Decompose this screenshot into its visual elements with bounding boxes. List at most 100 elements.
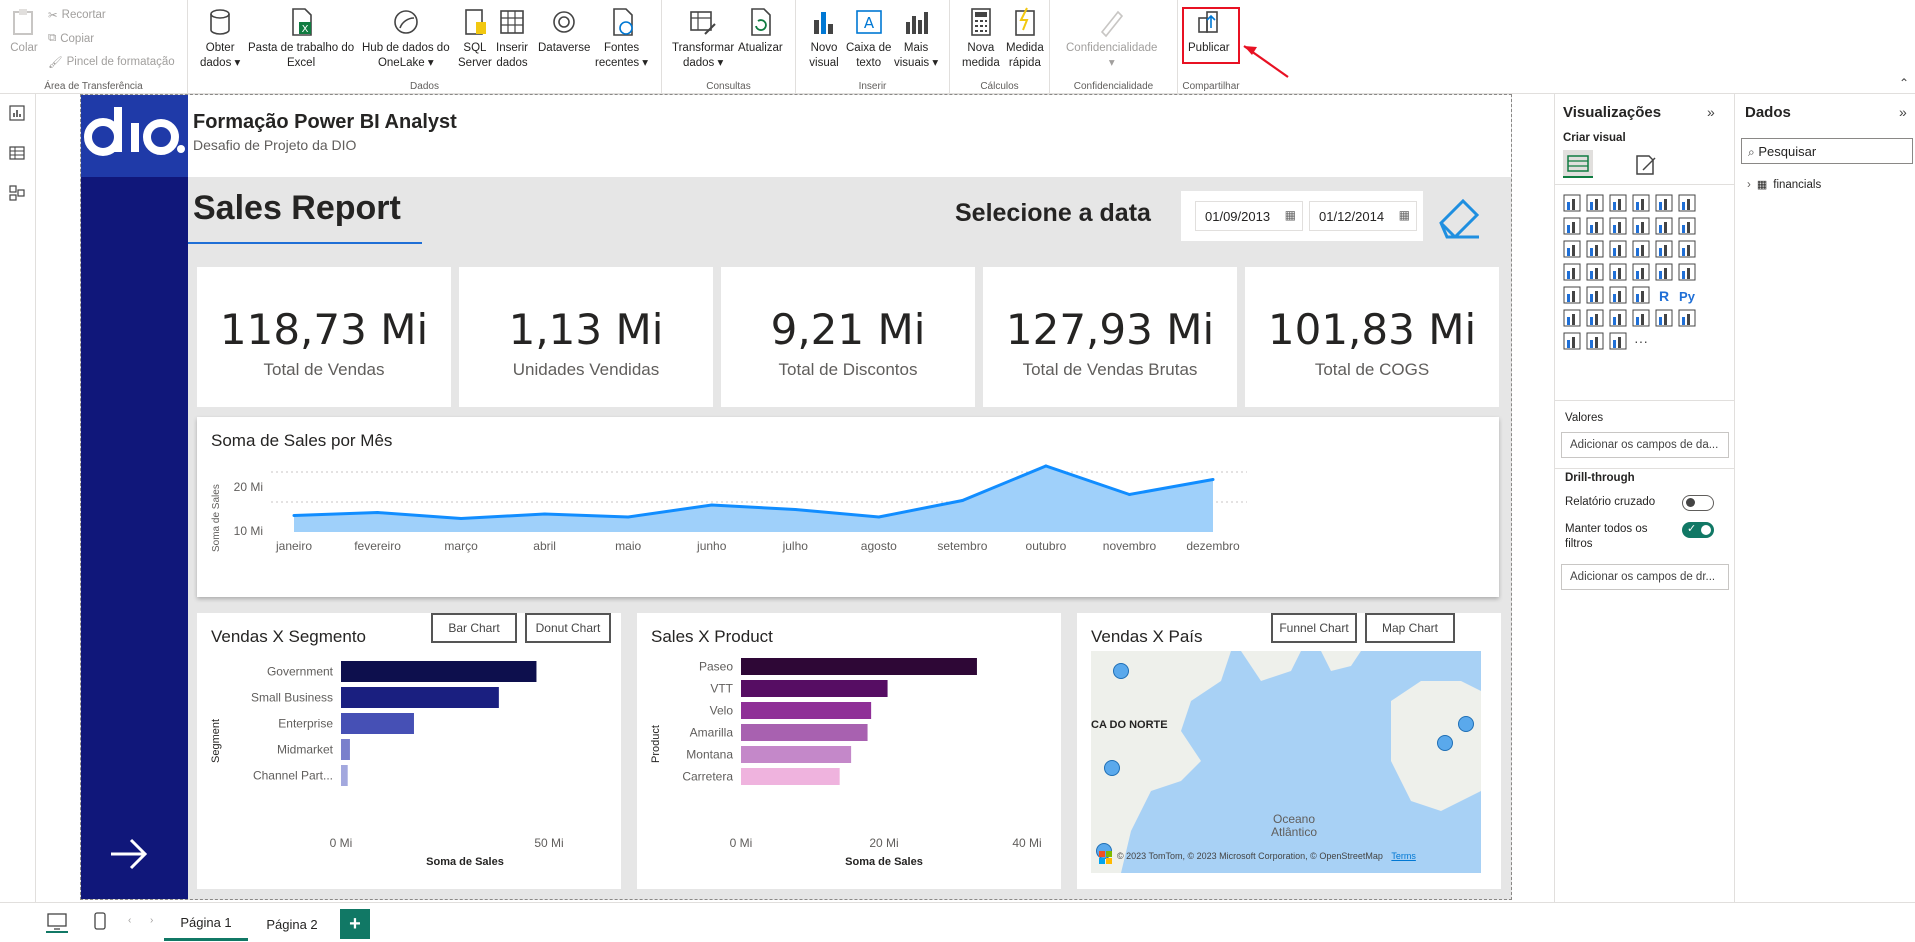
more-visual-icon[interactable]: ··· (1634, 333, 1648, 349)
text-box-button[interactable]: A Caixa de texto (846, 6, 891, 71)
ribbon-visual-icon[interactable] (1678, 217, 1696, 235)
bar[interactable] (741, 680, 888, 697)
data-point[interactable] (793, 508, 797, 511)
prev-page-icon[interactable]: ‹ (128, 915, 131, 926)
table-visual-icon[interactable] (1609, 286, 1627, 304)
bar[interactable] (741, 768, 840, 785)
r-visual-visual-icon[interactable]: R (1659, 288, 1669, 304)
dataverse-button[interactable]: Dataverse (538, 6, 590, 56)
100-bar-visual-icon[interactable] (1655, 194, 1673, 212)
desktop-layout-icon[interactable] (46, 911, 68, 933)
collapse-data-pane-icon[interactable]: » (1899, 104, 1907, 120)
line-clustered-visual-icon[interactable] (1655, 217, 1673, 235)
table-item-financials[interactable]: › ▦ financials (1747, 178, 1821, 192)
collapse-ribbon-icon[interactable]: ⌃ (1899, 76, 1909, 90)
100-column-visual-icon[interactable] (1678, 194, 1696, 212)
map-visual-icon[interactable] (1563, 263, 1581, 281)
add-page-button[interactable]: + (340, 909, 370, 939)
bar[interactable] (741, 724, 868, 741)
data-point[interactable] (459, 517, 463, 520)
azure-map-visual-icon[interactable] (1609, 263, 1627, 281)
recent-sources-button[interactable]: Fontes recentes ▾ (595, 6, 648, 71)
bar[interactable] (341, 687, 499, 708)
data-point[interactable] (877, 515, 881, 519)
data-point[interactable] (292, 514, 296, 517)
values-well[interactable]: Adicionar os campos de da... (1561, 432, 1729, 458)
waterfall-visual-icon[interactable] (1563, 240, 1581, 258)
key-influencers-visual-icon[interactable] (1563, 309, 1581, 327)
gauge-visual-icon[interactable] (1632, 263, 1650, 281)
cut-button[interactable]: ✂ Recortar (48, 8, 106, 22)
copy-button[interactable]: ⧉ Copiar (48, 32, 94, 45)
transform-data-button[interactable]: Transformar dados ▾ (672, 6, 734, 71)
new-visual-button[interactable]: Novo visual (808, 6, 840, 71)
map-chart-toggle-button[interactable]: Map Chart (1365, 613, 1455, 643)
data-point[interactable] (960, 499, 964, 502)
funnel-visual-icon[interactable] (1586, 240, 1604, 258)
next-page-icon[interactable]: › (150, 915, 153, 926)
power-apps-visual-icon[interactable] (1563, 332, 1581, 350)
refresh-button[interactable]: Atualizar (738, 6, 783, 56)
sensitivity-button[interactable]: Confidencialidade ▾ (1066, 6, 1157, 71)
get-data-button[interactable]: Obter dados ▾ (200, 6, 240, 71)
data-point[interactable] (626, 515, 630, 519)
data-point[interactable] (710, 503, 714, 507)
paste-button[interactable]: Colar (8, 6, 40, 56)
more-visuals-button[interactable]: Mais visuais ▾ (894, 6, 938, 71)
map-bubble[interactable] (1113, 663, 1129, 679)
multi-card-visual-icon[interactable] (1678, 263, 1696, 281)
next-page-arrow-icon[interactable] (109, 837, 149, 871)
stacked-area-visual-icon[interactable] (1609, 217, 1627, 235)
map-area[interactable]: CA DO NORTE Oceano Atlântico © 2023 TomT… (1091, 651, 1481, 873)
bar[interactable] (741, 746, 852, 763)
bar[interactable] (341, 739, 350, 760)
data-point[interactable] (1127, 493, 1131, 496)
model-view-icon[interactable] (8, 184, 26, 202)
python-visual-visual-icon[interactable]: Py (1679, 289, 1696, 304)
bar[interactable] (341, 713, 414, 734)
funnel-chart-toggle-button[interactable]: Funnel Chart (1271, 613, 1357, 643)
map-bubble[interactable] (1437, 735, 1453, 751)
map-terms-link[interactable]: Terms (1391, 851, 1416, 861)
sql-button[interactable]: SQL Server (458, 6, 492, 71)
tab-pagina-1[interactable]: Página 1 (164, 907, 248, 941)
paginated-visual-icon[interactable] (1678, 309, 1696, 327)
bar[interactable] (341, 765, 348, 786)
onelake-button[interactable]: Hub de dados do OneLake ▾ (362, 6, 450, 71)
qa-visual-icon[interactable] (1609, 309, 1627, 327)
kpi-visual-icon[interactable] (1563, 286, 1581, 304)
matrix-visual-icon[interactable] (1632, 286, 1650, 304)
decomposition-visual-icon[interactable] (1586, 309, 1604, 327)
format-visual-tab[interactable] (1631, 150, 1661, 178)
cross-report-toggle[interactable] (1682, 495, 1714, 511)
line-column-visual-icon[interactable] (1632, 217, 1650, 235)
enter-data-button[interactable]: Inserir dados (496, 6, 528, 71)
clustered-column-visual-icon[interactable] (1632, 194, 1650, 212)
line-visual-icon[interactable] (1563, 217, 1581, 235)
build-visual-tab[interactable] (1563, 150, 1593, 178)
tab-pagina-2[interactable]: Página 2 (250, 907, 334, 941)
bar[interactable] (741, 658, 977, 675)
stacked-column-visual-icon[interactable] (1586, 194, 1604, 212)
data-point[interactable] (376, 511, 380, 514)
map-bubble[interactable] (1458, 716, 1474, 732)
search-input[interactable]: ⌕ Pesquisar (1741, 138, 1913, 164)
report-view-icon[interactable] (8, 104, 26, 122)
pie-visual-icon[interactable] (1632, 240, 1650, 258)
power-automate-visual-icon[interactable] (1586, 332, 1604, 350)
eraser-icon[interactable] (1435, 193, 1483, 239)
donut-visual-icon[interactable] (1655, 240, 1673, 258)
keep-filters-toggle[interactable]: ✓ (1682, 522, 1714, 538)
data-point[interactable] (1044, 464, 1048, 468)
format-painter-button[interactable]: 🖌 Pincel de formatação (48, 55, 175, 69)
filled-map-visual-icon[interactable] (1586, 263, 1604, 281)
table-view-icon[interactable] (8, 144, 26, 162)
new-measure-button[interactable]: Nova medida (962, 6, 1000, 71)
start-date-input[interactable]: 01/09/2013 ▦ (1195, 201, 1303, 231)
scatter-visual-icon[interactable] (1609, 240, 1627, 258)
stacked-bar-visual-icon[interactable] (1563, 194, 1581, 212)
card-visual-icon[interactable] (1655, 263, 1673, 281)
bar[interactable] (741, 702, 872, 719)
treemap-visual-icon[interactable] (1678, 240, 1696, 258)
goals-visual-icon[interactable] (1655, 309, 1673, 327)
